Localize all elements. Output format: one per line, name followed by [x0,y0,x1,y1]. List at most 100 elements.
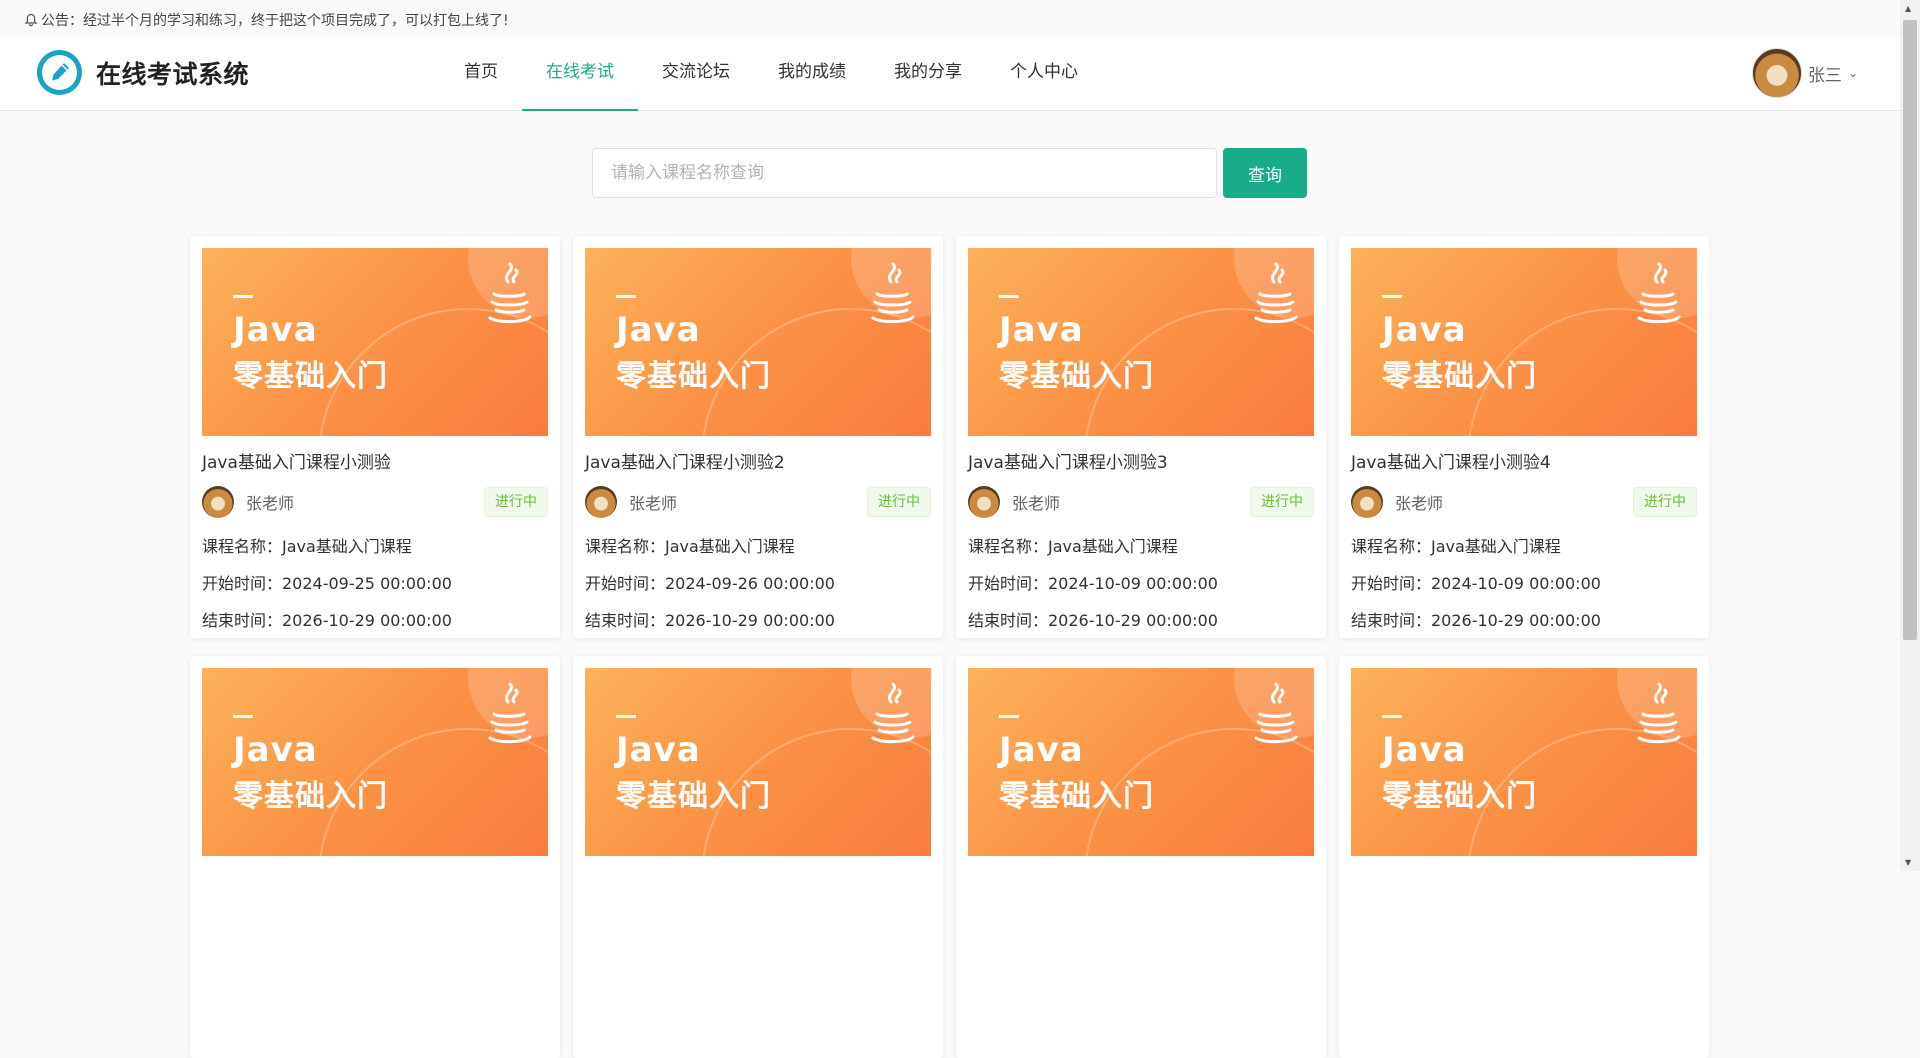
java-cup-icon [871,262,915,324]
course-cover-image[interactable]: Java 零基础入门 [585,668,931,856]
cover-dash [1382,295,1402,298]
java-cup-icon [488,262,532,324]
start-time [585,985,931,1022]
course-cover-image[interactable]: Java 零基础入门 [202,248,548,436]
announcement-bar: 公告：经过半个月的学习和练习，终于把这个项目完成了，可以打包上线了! [24,10,509,30]
course-cover-image[interactable]: Java 零基础入门 [585,248,931,436]
exam-info [968,948,1314,1058]
exam-card[interactable]: Java 零基础入门 [190,656,560,1058]
course-cover-image[interactable]: Java 零基础入门 [968,668,1314,856]
java-cup-icon [1637,262,1681,324]
announcement-text: 公告：经过半个月的学习和练习，终于把这个项目完成了，可以打包上线了! [41,13,509,29]
exam-card[interactable]: Java 零基础入门 [1339,656,1709,1058]
teacher-avatar [968,486,1000,518]
cover-line2: 零基础入门 [1382,359,1537,394]
teacher-row [968,906,1314,938]
status-badge: 进行中 [484,487,548,517]
teacher-name: 张老师 [629,494,678,513]
exam-card[interactable]: Java 零基础入门 Java基础入门课程小测验2 张老师 进行中 课程名称：J… [573,236,943,638]
exam-card[interactable]: Java 零基础入门 [956,656,1326,1058]
cover-line1: Java [233,310,318,350]
exam-title[interactable] [968,868,1314,892]
nav-home[interactable]: 首页 [440,36,522,111]
nav-profile[interactable]: 个人中心 [986,36,1102,111]
cover-dash [233,715,253,718]
cover-line1: Java [233,730,318,770]
course-name: 课程名称：Java基础入门课程 [1351,537,1561,556]
course-search-input[interactable] [592,148,1217,198]
course-name [968,948,1314,985]
end-time [968,1022,1314,1058]
start-time: 开始时间：2024-10-09 00:00:00 [968,574,1218,593]
scroll-up-icon[interactable]: ▲ [1905,4,1911,13]
cover-line2: 零基础入门 [999,779,1154,814]
teacher-row: 张老师 进行中 [1351,486,1697,518]
nav-my-scores[interactable]: 我的成绩 [754,36,870,111]
exam-card[interactable]: Java 零基础入门 Java基础入门课程小测验3 张老师 进行中 课程名称：J… [956,236,1326,638]
user-avatar[interactable] [1751,48,1802,98]
cover-line1: Java [999,310,1084,350]
cover-line1: Java [616,730,701,770]
course-name [585,948,931,985]
cover-line2: 零基础入门 [999,359,1154,394]
cover-line1: Java [1382,310,1467,350]
start-time [1351,985,1697,1022]
teacher-row [202,906,548,938]
cover-line2: 零基础入门 [233,779,388,814]
start-time: 开始时间：2024-09-25 00:00:00 [202,574,452,593]
exam-info [202,948,548,1058]
nav-forum[interactable]: 交流论坛 [638,36,754,111]
end-time: 结束时间：2026-10-29 00:00:00 [202,611,452,630]
exam-title[interactable]: Java基础入门课程小测验2 [585,448,931,473]
cover-line2: 零基础入门 [1382,779,1537,814]
course-name: 课程名称：Java基础入门课程 [968,537,1178,556]
teacher-avatar [202,486,234,518]
end-time [202,1022,548,1058]
cover-dash [616,295,636,298]
java-cup-icon [871,682,915,744]
teacher-name: 张老师 [1395,494,1444,513]
course-name [202,948,548,985]
cover-line1: Java [1382,730,1467,770]
exam-title[interactable] [202,868,548,892]
exam-title[interactable]: Java基础入门课程小测验 [202,448,548,473]
start-time [968,985,1314,1022]
status-badge: 进行中 [1633,487,1697,517]
exam-title[interactable]: Java基础入门课程小测验3 [968,448,1314,473]
cover-dash [616,715,636,718]
exam-info [1351,948,1697,1058]
cover-line2: 零基础入门 [616,359,771,394]
nav-online-exam[interactable]: 在线考试 [522,36,638,111]
course-name: 课程名称：Java基础入门课程 [585,537,795,556]
exam-title[interactable] [1351,868,1697,892]
end-time [1351,1022,1697,1058]
top-header: 在线考试系统 首页 在线考试 交流论坛 我的成绩 我的分享 个人中心 张三 ⌄ [0,36,1900,111]
exam-card[interactable]: Java 零基础入门 Java基础入门课程小测验 张老师 进行中 课程名称：Ja… [190,236,560,638]
course-name: 课程名称：Java基础入门课程 [202,537,412,556]
site-logo[interactable]: 在线考试系统 [37,50,249,95]
search-button[interactable]: 查询 [1223,148,1307,198]
scroll-down-icon[interactable]: ▼ [1905,858,1911,867]
exam-info: 课程名称：Java基础入门课程 开始时间：2024-10-09 00:00:00… [1351,528,1697,638]
bell-icon [24,13,38,27]
end-time: 结束时间：2026-10-29 00:00:00 [968,611,1218,630]
chevron-down-icon[interactable]: ⌄ [1848,66,1858,80]
page-scrollbar[interactable]: ▲ ▼ [1900,0,1920,871]
course-name [1351,948,1697,985]
course-cover-image[interactable]: Java 零基础入门 [1351,248,1697,436]
course-cover-image[interactable]: Java 零基础入门 [968,248,1314,436]
course-cover-image[interactable]: Java 零基础入门 [202,668,548,856]
exam-title[interactable]: Java基础入门课程小测验4 [1351,448,1697,473]
scrollbar-thumb[interactable] [1903,20,1917,640]
user-name[interactable]: 张三 [1808,61,1842,86]
exam-card[interactable]: Java 零基础入门 [573,656,943,1058]
exam-card[interactable]: Java 零基础入门 Java基础入门课程小测验4 张老师 进行中 课程名称：J… [1339,236,1709,638]
start-time [202,985,548,1022]
course-cover-image[interactable]: Java 零基础入门 [1351,668,1697,856]
exam-title[interactable] [585,868,931,892]
teacher-row [585,906,931,938]
teacher-avatar [1351,486,1383,518]
user-menu[interactable]: 张三 ⌄ [1751,48,1858,98]
exam-info: 课程名称：Java基础入门课程 开始时间：2024-10-09 00:00:00… [968,528,1314,638]
nav-my-shares[interactable]: 我的分享 [870,36,986,111]
